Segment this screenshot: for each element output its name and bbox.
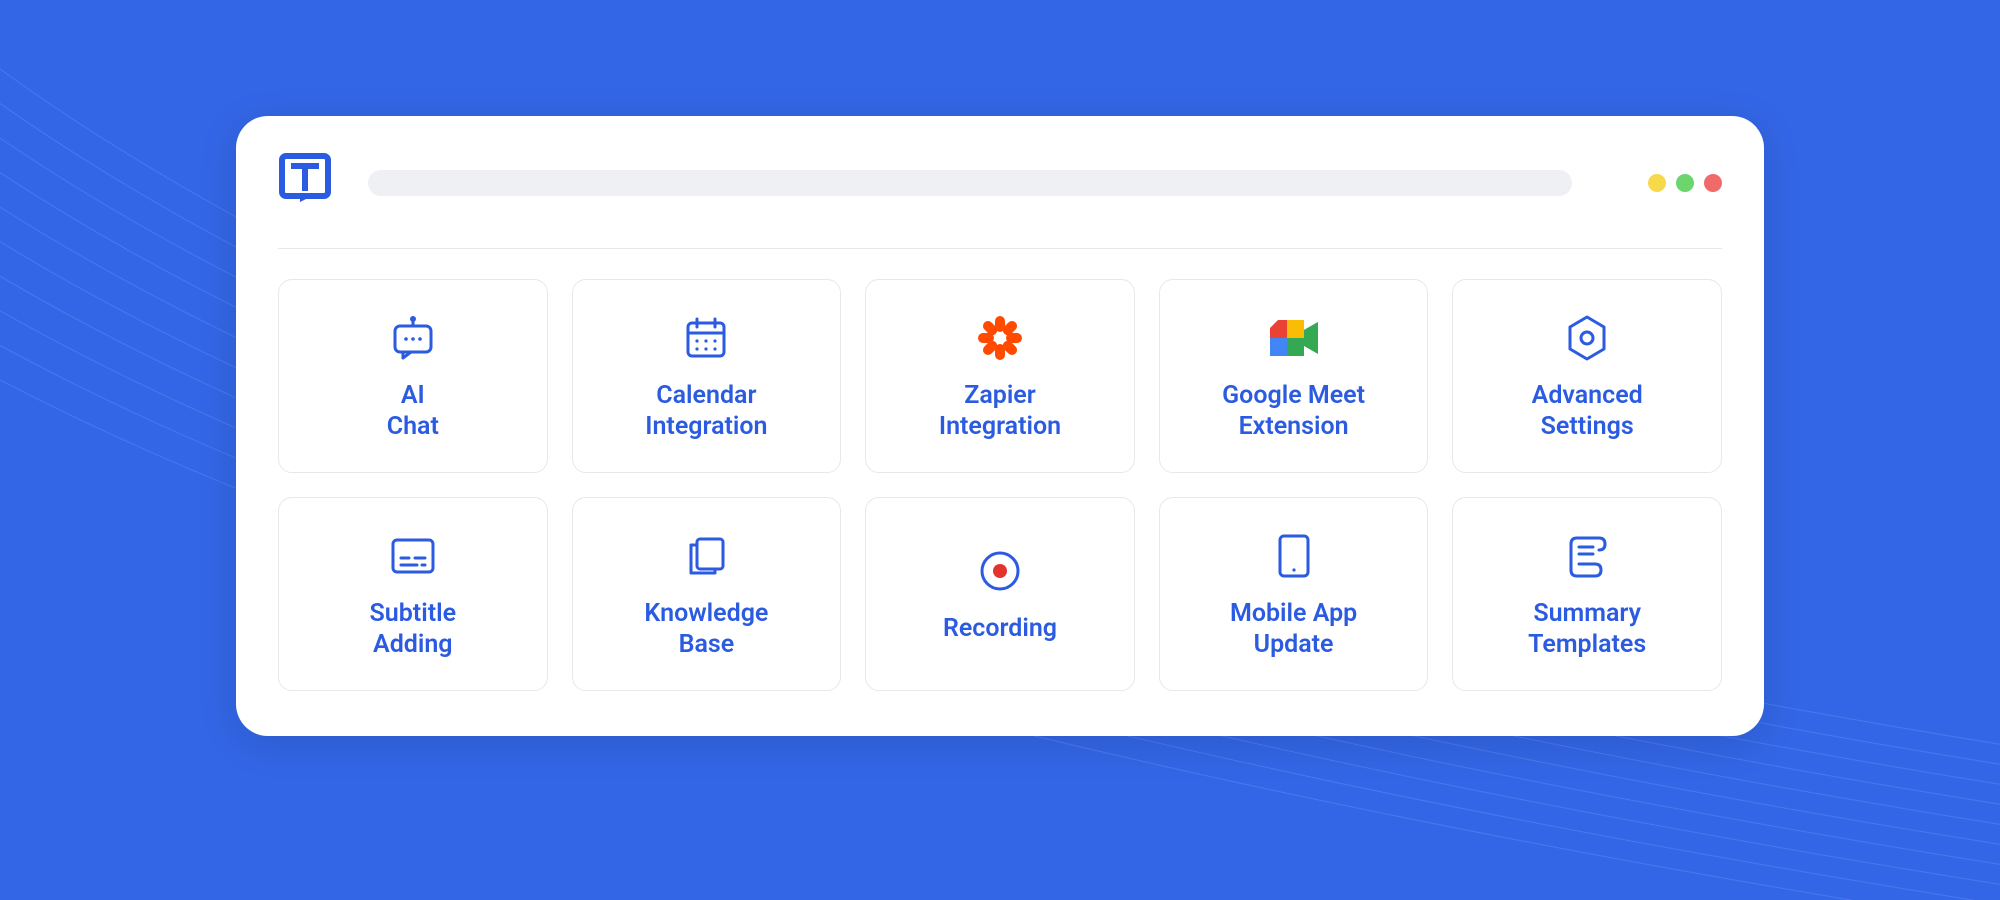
card-label: Knowledge Base <box>644 598 768 661</box>
card-subtitle-adding[interactable]: Subtitle Adding <box>278 497 548 691</box>
divider <box>278 248 1722 249</box>
google-meet-icon <box>1268 310 1320 366</box>
topbar <box>278 152 1722 214</box>
card-label: Google Meet Extension <box>1222 380 1365 443</box>
knowledge-base-icon <box>683 528 729 584</box>
card-label: Calendar Integration <box>645 380 767 443</box>
ai-chat-icon <box>389 310 437 366</box>
card-calendar-integration[interactable]: Calendar Integration <box>572 279 842 473</box>
search-input[interactable] <box>368 170 1572 196</box>
zapier-icon <box>976 310 1024 366</box>
calendar-icon <box>683 310 729 366</box>
window-controls <box>1648 174 1722 192</box>
card-recording[interactable]: Recording <box>865 497 1135 691</box>
card-label: Zapier Integration <box>939 380 1061 443</box>
card-google-meet-extension[interactable]: Google Meet Extension <box>1159 279 1429 473</box>
record-icon <box>977 543 1023 599</box>
close-button[interactable] <box>1704 174 1722 192</box>
card-label: Mobile App Update <box>1230 598 1357 661</box>
card-label: Summary Templates <box>1528 598 1646 661</box>
app-window: AI Chat Calendar Integration <box>236 116 1764 736</box>
feature-grid: AI Chat Calendar Integration <box>278 279 1722 691</box>
card-label: AI Chat <box>387 380 439 443</box>
card-ai-chat[interactable]: AI Chat <box>278 279 548 473</box>
card-zapier-integration[interactable]: Zapier Integration <box>865 279 1135 473</box>
card-label: Advanced Settings <box>1532 380 1643 443</box>
maximize-button[interactable] <box>1676 174 1694 192</box>
card-knowledge-base[interactable]: Knowledge Base <box>572 497 842 691</box>
template-scroll-icon <box>1565 528 1609 584</box>
card-label: Recording <box>943 613 1057 644</box>
card-summary-templates[interactable]: Summary Templates <box>1452 497 1722 691</box>
card-advanced-settings[interactable]: Advanced Settings <box>1452 279 1722 473</box>
app-logo <box>278 152 332 214</box>
tablet-icon <box>1275 528 1313 584</box>
card-mobile-app-update[interactable]: Mobile App Update <box>1159 497 1429 691</box>
minimize-button[interactable] <box>1648 174 1666 192</box>
card-label: Subtitle Adding <box>370 598 457 661</box>
settings-hex-icon <box>1564 310 1610 366</box>
subtitle-icon <box>389 528 437 584</box>
